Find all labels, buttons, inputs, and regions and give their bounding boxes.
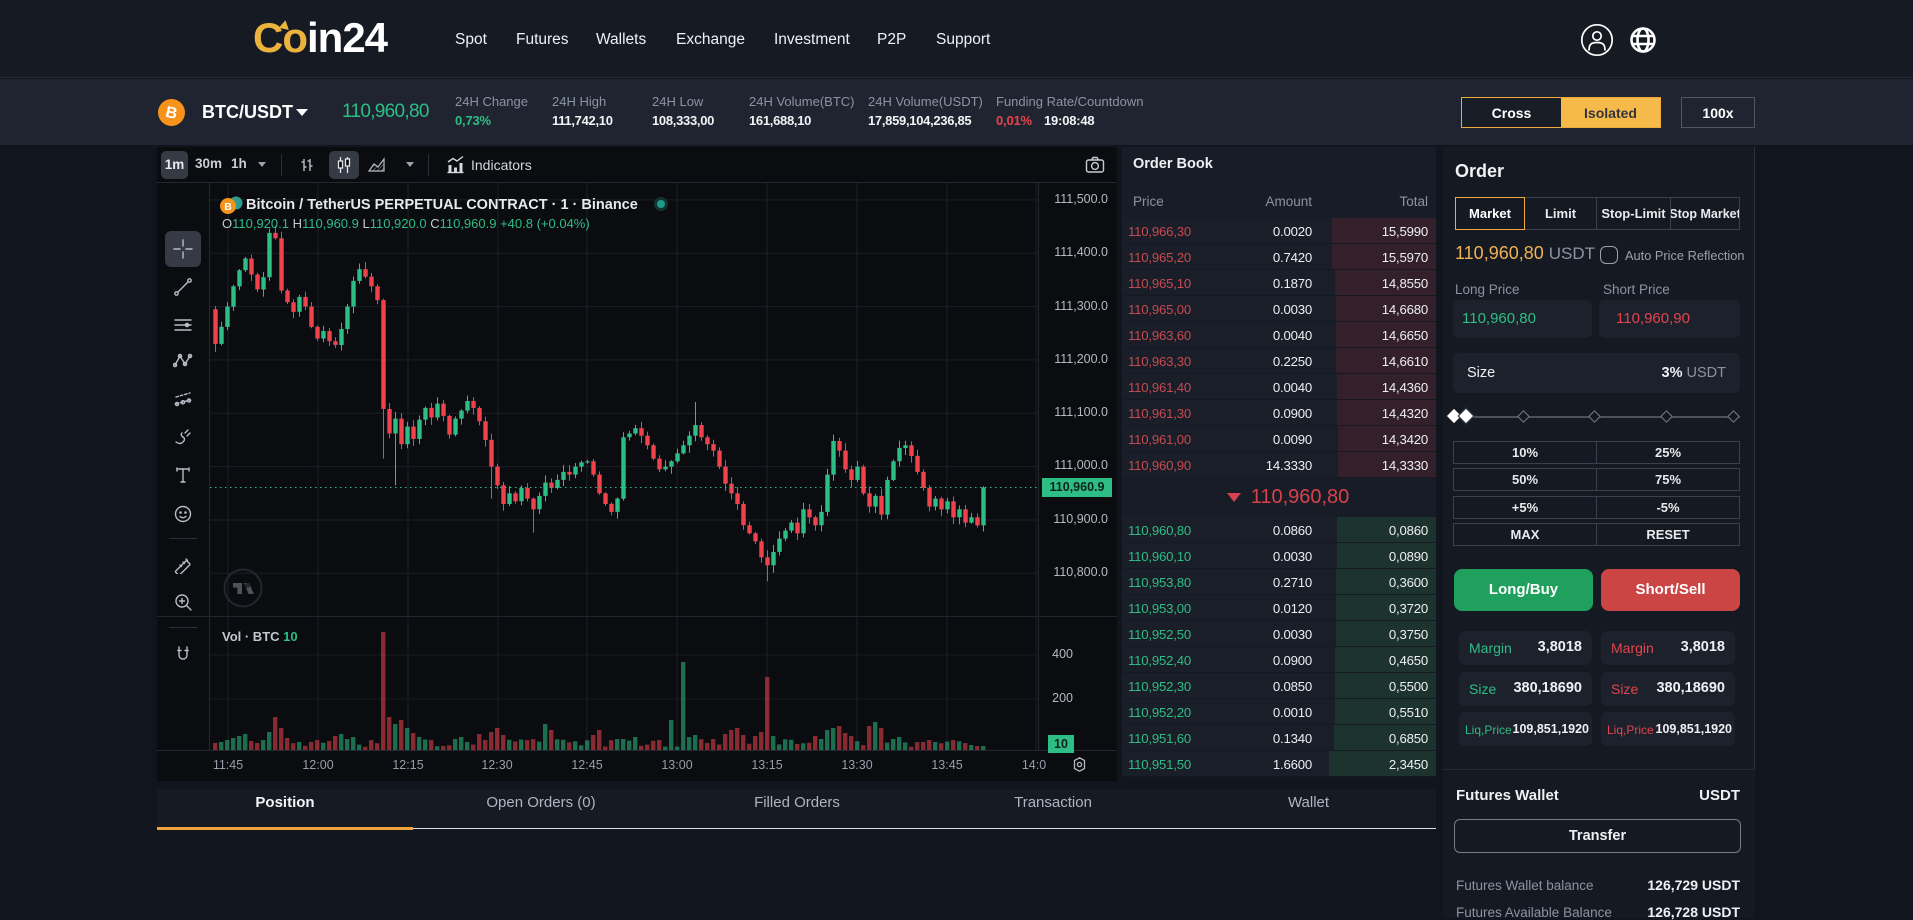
svg-text:B: B — [224, 201, 232, 213]
